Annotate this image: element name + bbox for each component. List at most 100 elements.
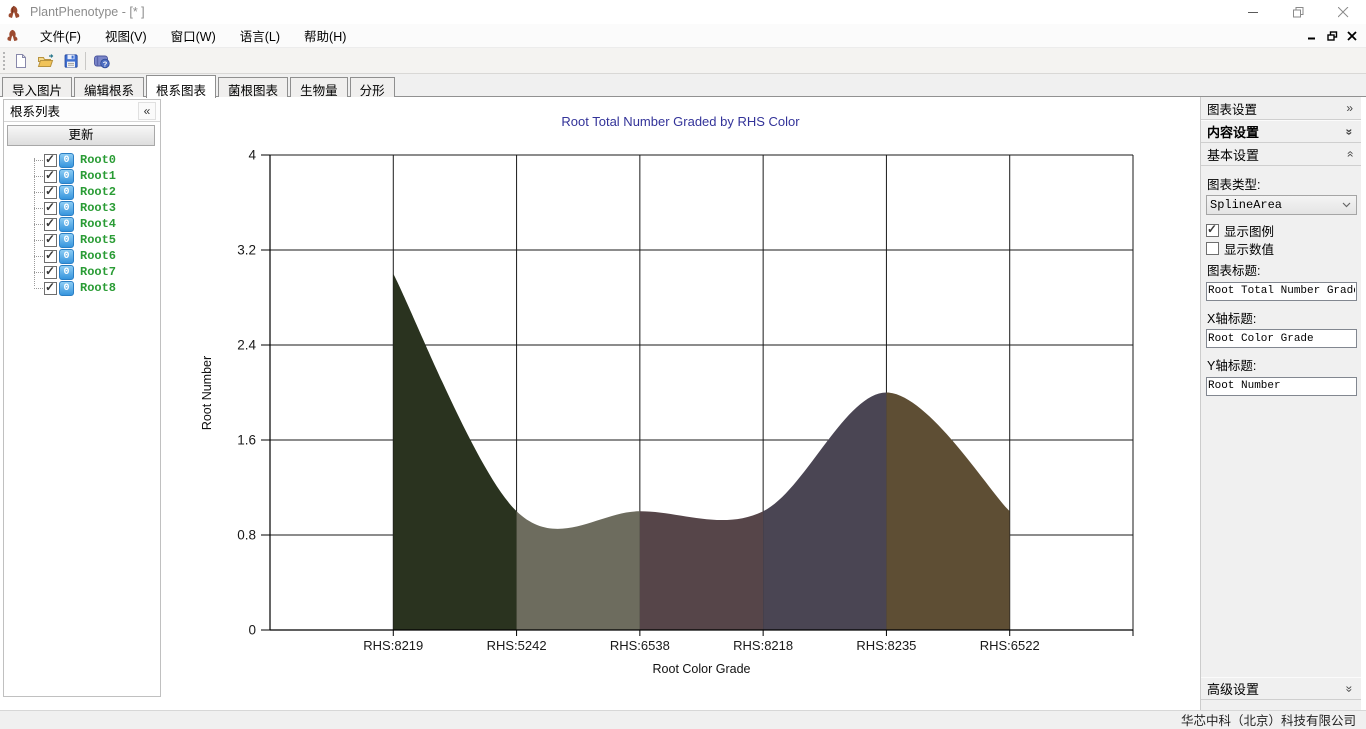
show-values-checkbox[interactable] [1206,242,1219,255]
tree-item[interactable]: 0 Root2 [4,184,160,200]
minimize-button[interactable] [1231,0,1276,24]
show-legend-checkbox[interactable] [1206,224,1219,237]
tree-item-label[interactable]: Root2 [80,185,116,199]
svg-text:3.2: 3.2 [237,243,256,258]
collapse-panel-button[interactable]: « [138,102,156,120]
tree-item-checkbox[interactable] [44,170,57,183]
restore-button[interactable] [1276,0,1321,24]
tree-item-checkbox[interactable] [44,202,57,215]
chart-settings-header[interactable]: 图表设置 » [1201,97,1361,120]
section-advanced-settings[interactable]: 高级设置 » [1201,677,1361,700]
tree-item-checkbox[interactable] [44,154,57,167]
update-button[interactable]: 更新 [7,125,155,146]
tree-item-checkbox[interactable] [44,266,57,279]
tab[interactable]: 生物量 [290,77,348,97]
tree-item-label[interactable]: Root1 [80,169,116,183]
mdi-restore-button[interactable] [1322,26,1342,46]
tree-item-label[interactable]: Root4 [80,217,116,231]
tree-connector [34,288,43,289]
menu-item[interactable]: 帮助(H) [292,23,358,48]
show-values-option[interactable]: 显示数值 [1206,240,1356,257]
svg-text:4: 4 [248,148,256,163]
app-icon [6,4,22,20]
tab[interactable]: 菌根图表 [218,77,288,97]
tree-connector [34,176,43,177]
open-folder-button[interactable] [34,50,57,72]
chevron-down-icon[interactable]: » [1343,128,1357,135]
tree-item-badge: 0 [59,169,74,184]
svg-text:RHS:5242: RHS:5242 [487,638,547,653]
x-axis-title-label: X轴标题: [1207,308,1356,327]
menu-item[interactable]: 窗口(W) [159,23,228,48]
tree-item-checkbox[interactable] [44,218,57,231]
help-button[interactable]: ? [91,50,114,72]
svg-text:1.6: 1.6 [237,433,256,448]
basic-settings-label: 基本设置 [1207,145,1259,164]
tree-item[interactable]: 0 Root4 [4,216,160,232]
advanced-settings-label: 高级设置 [1207,679,1259,698]
tree-item-checkbox[interactable] [44,282,57,295]
tab[interactable]: 导入图片 [2,77,72,97]
x-axis-title-input[interactable] [1206,329,1357,348]
tree-item-label[interactable]: Root8 [80,281,116,295]
tree-item[interactable]: 0 Root7 [4,264,160,280]
show-values-label: 显示数值 [1224,239,1274,258]
section-basic-settings[interactable]: 基本设置 » [1201,143,1361,166]
save-button[interactable] [59,50,82,72]
tree-item-badge: 0 [59,265,74,280]
tree-item[interactable]: 0 Root3 [4,200,160,216]
tab[interactable]: 编辑根系 [74,77,144,97]
mdi-minimize-button[interactable] [1302,26,1322,46]
tree-item[interactable]: 0 Root1 [4,168,160,184]
tree-item-label[interactable]: Root5 [80,233,116,247]
toolbar-grip[interactable] [2,52,7,70]
svg-text:?: ? [103,59,108,68]
chart-y-axis-title: Root Number [200,356,214,430]
svg-text:2.4: 2.4 [237,338,256,353]
svg-text:RHS:6538: RHS:6538 [610,638,670,653]
tree-item-label[interactable]: Root0 [80,153,116,167]
svg-text:RHS:8235: RHS:8235 [856,638,916,653]
chart-type-value: SplineArea [1210,198,1282,212]
help-icon: ? [94,53,111,69]
expand-panel-icon[interactable]: » [1346,101,1353,115]
tree-item[interactable]: 0 Root5 [4,232,160,248]
tree-item[interactable]: 0 Root8 [4,280,160,296]
tree-item-label[interactable]: Root7 [80,265,116,279]
tree-item-label[interactable]: Root3 [80,201,116,215]
tree-item-label[interactable]: Root6 [80,249,116,263]
section-content-settings[interactable]: 内容设置 » [1201,120,1361,143]
chevron-down-icon[interactable]: » [1343,685,1357,692]
tree-item-checkbox[interactable] [44,186,57,199]
chevron-up-icon[interactable]: » [1343,151,1357,158]
tree-item-badge: 0 [59,281,74,296]
tree-item-badge: 0 [59,201,74,216]
tree-item[interactable]: 0 Root6 [4,248,160,264]
tree-connector [34,272,43,273]
show-legend-option[interactable]: 显示图例 [1206,222,1356,239]
toolbar: ? [0,48,1366,74]
tab[interactable]: 根系图表 [146,75,216,98]
chart-title-input[interactable] [1206,282,1357,301]
menu-items: 文件(F)视图(V)窗口(W)语言(L)帮助(H) [28,23,358,48]
chart-title: Root Total Number Graded by RHS Color [561,114,800,129]
tree-connector [34,192,43,193]
y-axis-title-input[interactable] [1206,377,1357,396]
menu-item[interactable]: 语言(L) [228,23,292,48]
menu-item[interactable]: 视图(V) [93,23,159,48]
tree-item-checkbox[interactable] [44,234,57,247]
close-button[interactable] [1321,0,1366,24]
mdi-close-button[interactable] [1342,26,1362,46]
chart-type-select[interactable]: SplineArea [1206,195,1357,215]
y-axis-title-label: Y轴标题: [1207,355,1356,374]
svg-text:RHS:8218: RHS:8218 [733,638,793,653]
svg-text:0: 0 [248,623,256,638]
tree-item-checkbox[interactable] [44,250,57,263]
new-document-button[interactable] [9,50,32,72]
menu-item[interactable]: 文件(F) [28,23,93,48]
root-list-header: 根系列表 « [4,100,160,122]
chart-settings-panel: 图表设置 » 内容设置 » 基本设置 » 图表类型: SplineArea 显示… [1200,97,1361,710]
chart-x-axis-title: Root Color Grade [653,662,751,676]
tree-item[interactable]: 0 Root0 [4,152,160,168]
tab[interactable]: 分形 [350,77,395,97]
